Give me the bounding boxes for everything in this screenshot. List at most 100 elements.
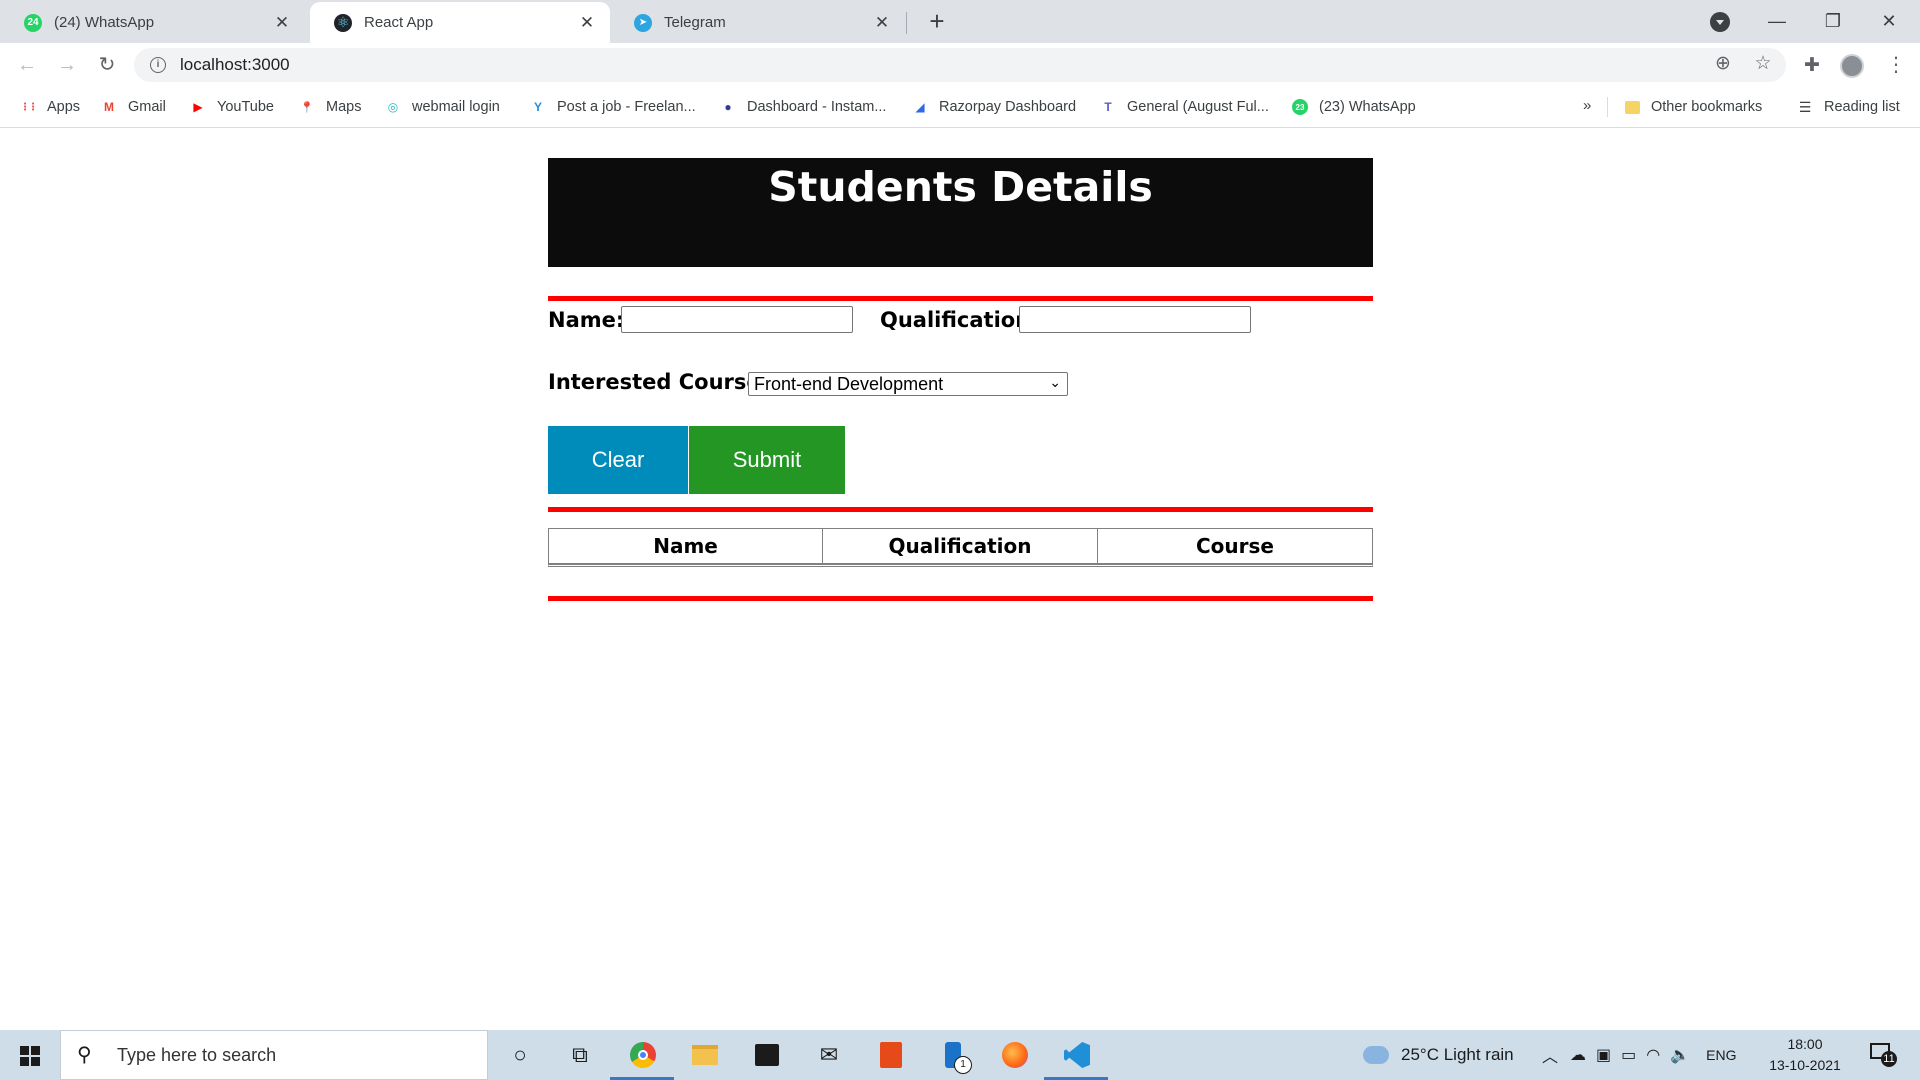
tab-telegram[interactable]: ➤ Telegram ✕ xyxy=(610,2,905,43)
submit-button[interactable]: Submit xyxy=(689,426,845,494)
battery-icon[interactable]: ▭ xyxy=(1621,1045,1636,1065)
office-icon[interactable] xyxy=(876,1040,906,1070)
volume-icon[interactable]: 🔈 xyxy=(1670,1045,1690,1065)
bookmark-teams-general[interactable]: T General (August Ful... xyxy=(1100,87,1269,127)
bookmark-label: Reading list xyxy=(1824,99,1900,115)
bookmark-label: Dashboard - Instam... xyxy=(747,99,887,115)
tab-title: (24) WhatsApp xyxy=(54,14,155,31)
react-favicon-icon: ⚛ xyxy=(334,13,352,32)
mail-icon[interactable]: ✉ xyxy=(814,1040,844,1070)
onedrive-cloud-icon[interactable]: ☁ xyxy=(1570,1045,1586,1065)
course-selected-value: Front-end Development xyxy=(754,373,944,394)
reload-icon[interactable]: ↻ xyxy=(93,51,121,79)
react-app-page: Students Details Name: Qualification: In… xyxy=(0,128,1920,1030)
weather-text: 25°C Light rain xyxy=(1401,1045,1514,1064)
taskbar-search-box[interactable]: ⚲ Type here to search xyxy=(60,1030,488,1080)
name-input[interactable] xyxy=(621,306,853,333)
bookmark-label: Razorpay Dashboard xyxy=(939,99,1077,115)
minimize-button[interactable]: — xyxy=(1754,6,1800,36)
qualification-label: Qualification: xyxy=(880,308,1039,332)
chevron-up-icon[interactable]: ︿ xyxy=(1542,1043,1558,1067)
razorpay-icon: ◢ xyxy=(915,100,925,114)
bookmark-star-icon[interactable]: ☆ xyxy=(1752,53,1774,75)
whatsapp-icon: 23 xyxy=(1292,99,1308,115)
restore-button[interactable]: ❐ xyxy=(1810,6,1856,36)
close-tab-icon[interactable]: ✕ xyxy=(578,13,596,33)
bookmark-razorpay[interactable]: ◢ Razorpay Dashboard xyxy=(912,87,1076,127)
bookmark-webmail-login[interactable]: ◎ webmail login xyxy=(385,87,500,127)
tab-whatsapp[interactable]: 24 (24) WhatsApp ✕ xyxy=(0,2,305,43)
weather-widget[interactable]: 25°C Light rain xyxy=(1363,1030,1514,1080)
tray-icons: ︿ ☁ ▣ ▭ ◠ 🔈 ENG xyxy=(1542,1030,1737,1080)
chrome-menu-icon[interactable]: ⋮ xyxy=(1886,53,1906,77)
zoom-icon[interactable]: ⊕ xyxy=(1712,53,1734,75)
vscode-icon[interactable] xyxy=(1044,1040,1108,1080)
bookmark-label: Other bookmarks xyxy=(1651,99,1763,115)
reading-list-button[interactable]: ☰ Reading list xyxy=(1797,87,1900,127)
bookmark-label: webmail login xyxy=(412,99,500,115)
bookmarks-separator xyxy=(1607,97,1608,117)
bookmark-label: Maps xyxy=(326,99,362,115)
firefox-icon[interactable] xyxy=(1000,1040,1030,1070)
bookmark-whatsapp[interactable]: 23 (23) WhatsApp xyxy=(1292,87,1416,127)
whatsapp-favicon-icon: 24 xyxy=(24,13,42,32)
url-text[interactable]: localhost:3000 xyxy=(180,55,290,75)
task-view-icon[interactable]: ⧉ xyxy=(565,1040,595,1070)
windows-start-icon[interactable] xyxy=(20,1046,40,1066)
bookmark-label: YouTube xyxy=(217,99,274,115)
bookmarks-bar: ⋮⋮ Apps M Gmail ▶ YouTube 📍 Maps ◎ webma… xyxy=(0,87,1920,128)
page-title-banner: Students Details xyxy=(548,158,1373,267)
notification-center-icon[interactable]: 11 xyxy=(1870,1043,1897,1067)
wifi-icon[interactable]: ◠ xyxy=(1646,1045,1660,1065)
close-tab-icon[interactable]: ✕ xyxy=(873,13,891,33)
bookmark-youtube[interactable]: ▶ YouTube xyxy=(190,87,274,127)
bookmark-label: (23) WhatsApp xyxy=(1319,99,1416,115)
back-arrow-icon[interactable]: ← xyxy=(13,51,41,79)
browser-tab-strip: 24 (24) WhatsApp ✕ ⚛ React App ✕ ➤ Teleg… xyxy=(0,0,1920,43)
course-select[interactable]: Front-end Development ⌄ xyxy=(748,372,1068,396)
clock-date: 13-10-2021 xyxy=(1769,1057,1841,1073)
bookmark-freelancer[interactable]: Y Post a job - Freelan... xyxy=(530,87,696,127)
youtube-icon: ▶ xyxy=(193,100,203,114)
webmail-icon: ◎ xyxy=(387,100,399,114)
divider-top xyxy=(548,296,1373,301)
close-tab-icon[interactable]: ✕ xyxy=(273,13,291,33)
profile-avatar[interactable] xyxy=(1840,54,1864,78)
instamojo-icon: ● xyxy=(724,100,732,114)
site-info-icon[interactable]: i xyxy=(150,57,166,73)
microsoft-store-icon[interactable] xyxy=(752,1040,782,1070)
search-placeholder: Type here to search xyxy=(117,1044,277,1065)
clear-button[interactable]: Clear xyxy=(548,426,688,494)
folder-icon xyxy=(1625,100,1640,114)
qualification-input[interactable] xyxy=(1019,306,1251,333)
bookmark-label: General (August Ful... xyxy=(1127,99,1269,115)
notification-count-badge: 11 xyxy=(1881,1051,1897,1067)
address-bar[interactable]: i localhost:3000 xyxy=(134,48,1786,82)
search-icon: ⚲ xyxy=(77,1044,92,1066)
phone-app-badge: 1 xyxy=(954,1056,972,1074)
students-table: Name Qualification Course xyxy=(548,528,1373,567)
chevron-down-icon: ⌄ xyxy=(1049,374,1061,390)
cortana-icon[interactable]: ○ xyxy=(505,1040,535,1070)
bookmark-label: Apps xyxy=(47,99,81,115)
bookmark-gmail[interactable]: M Gmail xyxy=(101,87,166,127)
bookmark-instamojo[interactable]: ● Dashboard - Instam... xyxy=(720,87,886,127)
close-window-button[interactable]: ✕ xyxy=(1866,6,1912,36)
meet-now-icon[interactable]: ▣ xyxy=(1596,1045,1611,1065)
chrome-taskbar-icon[interactable] xyxy=(610,1040,674,1080)
bookmark-maps[interactable]: 📍 Maps xyxy=(299,87,361,127)
system-clock[interactable]: 18:00 13-10-2021 xyxy=(1762,1034,1848,1076)
cloud-rain-icon xyxy=(1363,1046,1389,1064)
phone-app-icon[interactable]: 1 xyxy=(938,1040,972,1074)
tab-title: Telegram xyxy=(664,14,726,31)
new-tab-button[interactable]: + xyxy=(922,6,952,36)
bookmarks-overflow-chevron-icon[interactable]: » xyxy=(1583,97,1591,114)
file-explorer-icon[interactable] xyxy=(690,1040,720,1070)
forward-arrow-icon[interactable]: → xyxy=(53,51,81,79)
other-bookmarks-folder[interactable]: Other bookmarks xyxy=(1625,87,1762,127)
language-indicator[interactable]: ENG xyxy=(1706,1047,1736,1063)
tab-search-icon[interactable] xyxy=(1710,12,1730,32)
tab-react-app[interactable]: ⚛ React App ✕ xyxy=(310,2,610,43)
extensions-puzzle-icon[interactable]: ✚ xyxy=(1801,55,1823,77)
bookmark-apps[interactable]: ⋮⋮ Apps xyxy=(20,87,80,127)
